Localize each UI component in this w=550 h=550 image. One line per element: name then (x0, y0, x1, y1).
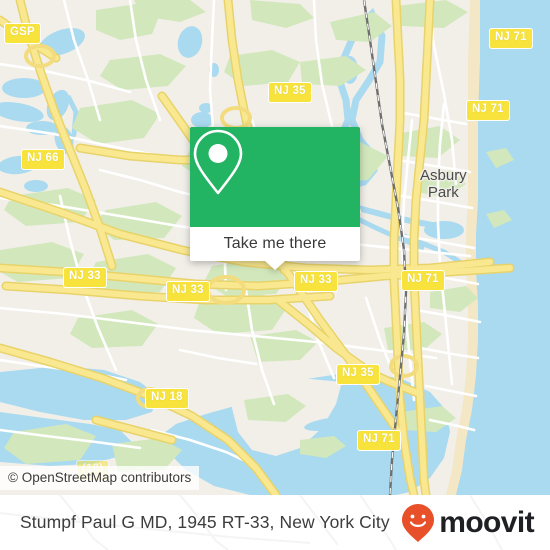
location-pin-icon (193, 129, 243, 195)
road-shield-nj71-d[interactable]: NJ 71 (357, 430, 401, 451)
road-shield-nj33-c[interactable]: NJ 33 (294, 271, 338, 292)
place-label-line2: Park (427, 183, 459, 201)
map-screenshot: GSP NJ 71 NJ 35 NJ 71 NJ 66 NJ 33 NJ 33 … (0, 0, 550, 550)
road-shield-gsp[interactable]: GSP (4, 23, 41, 44)
map-canvas[interactable]: GSP NJ 71 NJ 35 NJ 71 NJ 66 NJ 33 NJ 33 … (0, 0, 550, 495)
location-popup[interactable]: Take me there (190, 127, 360, 270)
osm-attribution[interactable]: © OpenStreetMap contributors (0, 466, 200, 490)
road-shield-nj71-a[interactable]: NJ 71 (489, 28, 533, 49)
road-shield-nj66[interactable]: NJ 66 (21, 149, 65, 170)
page-title: Stumpf Paul G MD, 1945 RT-33, New York C… (20, 512, 390, 532)
place-label-line1: Asbury (420, 167, 467, 184)
take-me-there-label: Take me there (223, 235, 327, 252)
moovit-wordmark: moovit (439, 505, 534, 539)
road-shield-nj35-a[interactable]: NJ 35 (268, 82, 312, 103)
moovit-pin-smile-icon (402, 503, 435, 542)
road-shield-nj71-c[interactable]: NJ 71 (401, 270, 445, 291)
road-shield-nj35-b[interactable]: NJ 35 (336, 364, 380, 385)
road-shield-nj33-a[interactable]: NJ 33 (63, 267, 107, 288)
popup-tail (265, 261, 285, 270)
road-shield-nj71-b[interactable]: NJ 71 (466, 100, 510, 121)
popup-icon-area (190, 127, 360, 227)
footer-bar: Stumpf Paul G MD, 1945 RT-33, New York C… (0, 495, 550, 550)
popup-action-bar[interactable]: Take me there (190, 227, 360, 270)
road-shield-nj18[interactable]: NJ 18 (145, 388, 189, 409)
place-label-asbury-park: Asbury Park (420, 167, 467, 201)
road-shield-nj33-b[interactable]: NJ 33 (166, 281, 210, 302)
moovit-logo[interactable]: moovit (401, 503, 535, 543)
